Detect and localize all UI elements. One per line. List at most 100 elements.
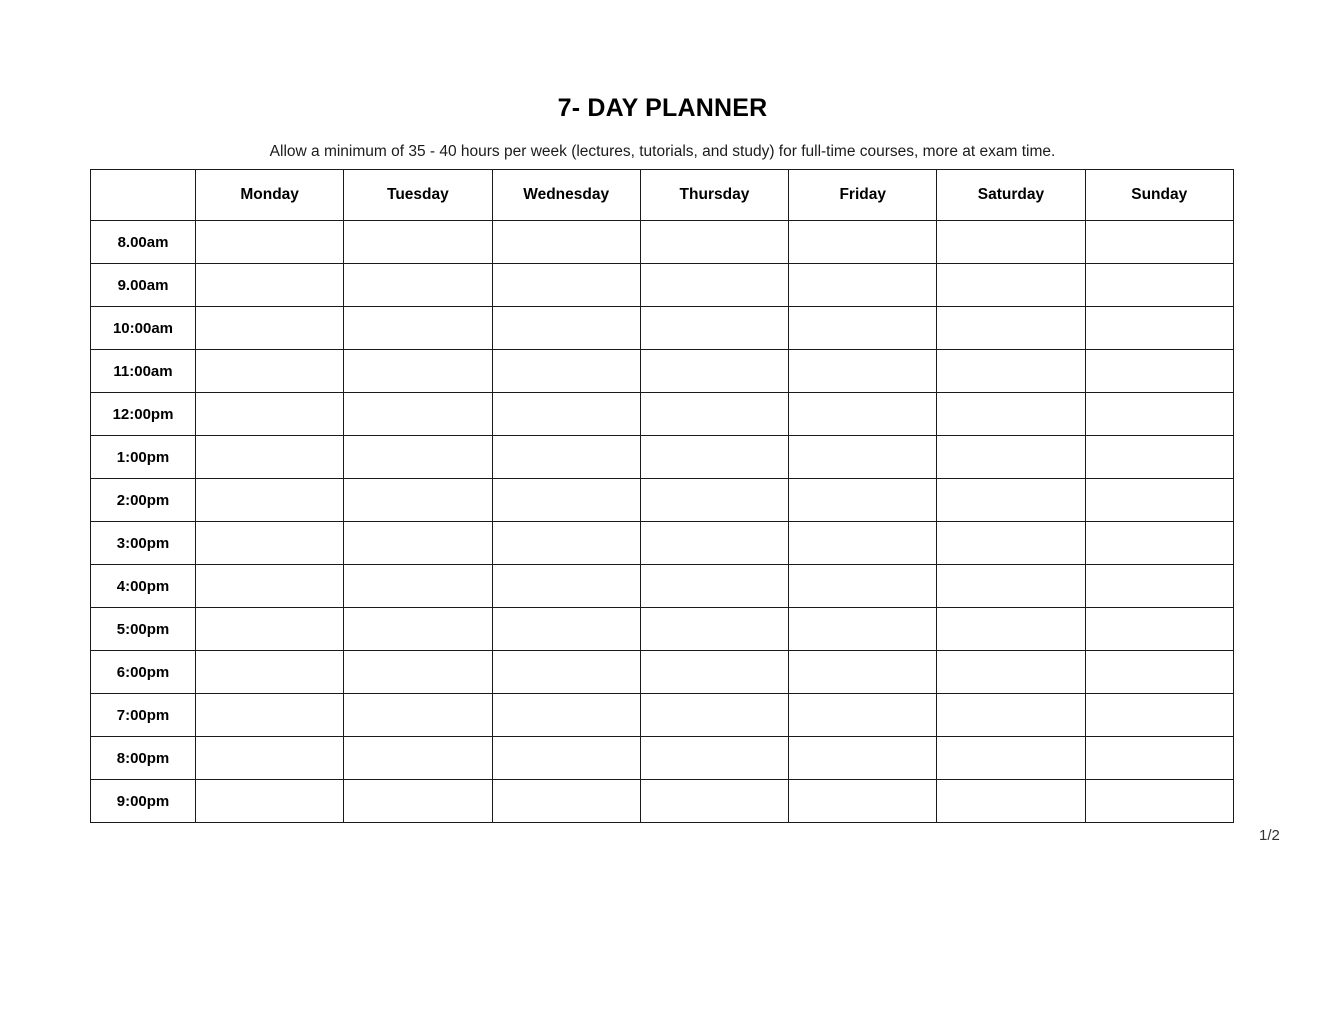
slot-cell[interactable] <box>491 779 641 823</box>
slot-cell[interactable] <box>491 220 641 264</box>
slot-cell[interactable] <box>936 736 1086 780</box>
slot-cell[interactable] <box>491 650 641 694</box>
slot-cell[interactable] <box>936 306 1086 350</box>
slot-cell[interactable] <box>194 607 345 651</box>
slot-cell[interactable] <box>788 693 938 737</box>
slot-cell[interactable] <box>194 306 345 350</box>
slot-cell[interactable] <box>936 521 1086 565</box>
slot-cell[interactable] <box>639 693 790 737</box>
slot-cell[interactable] <box>788 392 938 436</box>
slot-cell[interactable] <box>788 650 938 694</box>
slot-cell[interactable] <box>1084 349 1234 393</box>
slot-cell[interactable] <box>639 263 790 307</box>
slot-cell[interactable] <box>936 779 1086 823</box>
slot-cell[interactable] <box>491 435 641 479</box>
slot-cell[interactable] <box>639 349 790 393</box>
slot-cell[interactable] <box>194 263 345 307</box>
slot-cell[interactable] <box>1084 435 1234 479</box>
slot-cell[interactable] <box>343 736 493 780</box>
slot-cell[interactable] <box>936 693 1086 737</box>
slot-cell[interactable] <box>639 435 790 479</box>
slot-cell[interactable] <box>639 564 790 608</box>
slot-cell[interactable] <box>936 392 1086 436</box>
slot-cell[interactable] <box>194 349 345 393</box>
slot-cell[interactable] <box>1084 779 1234 823</box>
slot-cell[interactable] <box>936 263 1086 307</box>
slot-cell[interactable] <box>1084 693 1234 737</box>
slot-cell[interactable] <box>639 392 790 436</box>
slot-cell[interactable] <box>1084 521 1234 565</box>
slot-cell[interactable] <box>491 263 641 307</box>
slot-cell[interactable] <box>194 435 345 479</box>
slot-cell[interactable] <box>639 220 790 264</box>
slot-cell[interactable] <box>343 306 493 350</box>
slot-cell[interactable] <box>936 650 1086 694</box>
slot-cell[interactable] <box>343 779 493 823</box>
slot-cell[interactable] <box>788 607 938 651</box>
slot-cell[interactable] <box>936 607 1086 651</box>
slot-cell[interactable] <box>194 521 345 565</box>
slot-cell[interactable] <box>1084 220 1234 264</box>
slot-cell[interactable] <box>343 220 493 264</box>
slot-cell[interactable] <box>1084 564 1234 608</box>
slot-cell[interactable] <box>788 736 938 780</box>
slot-cell[interactable] <box>788 478 938 522</box>
slot-cell[interactable] <box>788 521 938 565</box>
slot-cell[interactable] <box>936 478 1086 522</box>
slot-cell[interactable] <box>491 306 641 350</box>
slot-cell[interactable] <box>343 435 493 479</box>
slot-cell[interactable] <box>343 607 493 651</box>
slot-cell[interactable] <box>491 521 641 565</box>
slot-cell[interactable] <box>639 736 790 780</box>
slot-cell[interactable] <box>788 306 938 350</box>
slot-cell[interactable] <box>1084 650 1234 694</box>
slot-cell[interactable] <box>194 650 345 694</box>
slot-cell[interactable] <box>194 220 345 264</box>
slot-cell[interactable] <box>194 392 345 436</box>
table-row: 6:00pm <box>90 650 1234 694</box>
slot-cell[interactable] <box>194 564 345 608</box>
slot-cell[interactable] <box>788 564 938 608</box>
slot-cell[interactable] <box>343 392 493 436</box>
slot-cell[interactable] <box>936 564 1086 608</box>
slot-cell[interactable] <box>639 306 790 350</box>
slot-cell[interactable] <box>194 736 345 780</box>
slot-cell[interactable] <box>491 478 641 522</box>
day-header-tuesday: Tuesday <box>343 169 493 221</box>
slot-cell[interactable] <box>491 607 641 651</box>
slot-cell[interactable] <box>343 693 493 737</box>
slot-cell[interactable] <box>788 435 938 479</box>
slot-cell[interactable] <box>639 521 790 565</box>
slot-cell[interactable] <box>194 478 345 522</box>
slot-cell[interactable] <box>1084 306 1234 350</box>
slot-cell[interactable] <box>491 693 641 737</box>
slot-cell[interactable] <box>788 779 938 823</box>
slot-cell[interactable] <box>343 263 493 307</box>
slot-cell[interactable] <box>1084 736 1234 780</box>
slot-cell[interactable] <box>788 349 938 393</box>
slot-cell[interactable] <box>936 349 1086 393</box>
slot-cell[interactable] <box>639 779 790 823</box>
slot-cell[interactable] <box>343 478 493 522</box>
slot-cell[interactable] <box>1084 478 1234 522</box>
slot-cell[interactable] <box>491 392 641 436</box>
slot-cell[interactable] <box>639 478 790 522</box>
slot-cell[interactable] <box>343 349 493 393</box>
slot-cell[interactable] <box>1084 607 1234 651</box>
slot-cell[interactable] <box>194 693 345 737</box>
slot-cell[interactable] <box>343 521 493 565</box>
slot-cell[interactable] <box>491 564 641 608</box>
slot-cell[interactable] <box>639 650 790 694</box>
slot-cell[interactable] <box>1084 263 1234 307</box>
slot-cell[interactable] <box>343 564 493 608</box>
slot-cell[interactable] <box>639 607 790 651</box>
slot-cell[interactable] <box>936 220 1086 264</box>
slot-cell[interactable] <box>788 220 938 264</box>
slot-cell[interactable] <box>491 736 641 780</box>
slot-cell[interactable] <box>1084 392 1234 436</box>
slot-cell[interactable] <box>788 263 938 307</box>
slot-cell[interactable] <box>491 349 641 393</box>
slot-cell[interactable] <box>194 779 345 823</box>
slot-cell[interactable] <box>936 435 1086 479</box>
slot-cell[interactable] <box>343 650 493 694</box>
